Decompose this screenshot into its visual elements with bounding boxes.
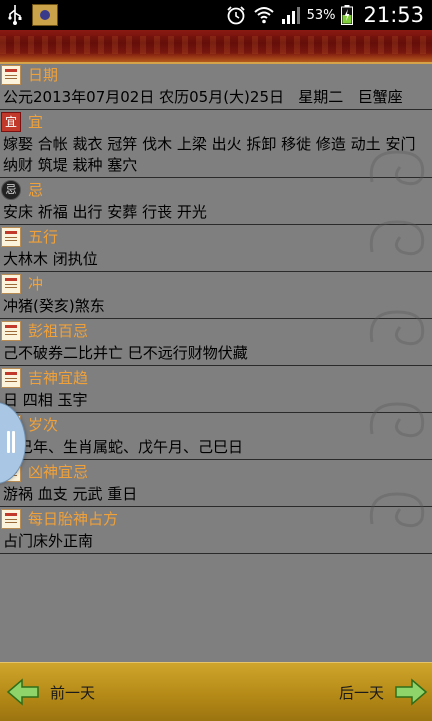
section-title: 冲 — [28, 275, 44, 293]
section-wuxing: 五行 大林木 闭执位 — [0, 226, 432, 270]
divider — [0, 365, 432, 366]
grip-line — [7, 431, 10, 453]
section-taishen: 每日胎神占方 占门床外正南 — [0, 508, 432, 552]
usb-icon — [6, 4, 24, 26]
grip-line — [12, 431, 15, 453]
section-title: 日期 — [28, 66, 59, 84]
section-title: 岁次 — [28, 416, 59, 434]
divider — [0, 271, 432, 272]
almanac-book-icon — [1, 227, 21, 247]
section-body: 公元2013年07月02日 农历05月(大)25日 星期二 巨蟹座 — [3, 88, 403, 106]
section-chong: 冲 冲猪(癸亥)煞东 — [0, 273, 432, 317]
almanac-book-icon — [1, 65, 21, 85]
header-decorative-band — [0, 30, 432, 64]
section-date: 日期 公元2013年07月02日 农历05月(大)25日 星期二 巨蟹座 — [0, 64, 432, 108]
divider — [0, 553, 432, 554]
divider — [0, 459, 432, 460]
section-body: 游祸 血支 元武 重日 — [3, 485, 138, 503]
section-yi: 宜 宜 嫁娶 合帐 裁衣 冠笄 伐木 上梁 出火 拆卸 移徙 修造 动土 安门 … — [0, 111, 432, 176]
bottom-nav-bar: 前一天 后一天 — [0, 662, 432, 721]
section-jishen: 吉神宜趋 日 四相 玉宇 — [0, 367, 432, 411]
almanac-book-icon — [1, 368, 21, 388]
section-suici: 岁次 癸巳年、生肖属蛇、戊午月、己巳日 — [0, 414, 432, 458]
next-day-label: 后一天 — [338, 683, 384, 702]
section-title: 每日胎神占方 — [28, 510, 119, 528]
section-title: 凶神宜忌 — [28, 463, 89, 481]
almanac-content[interactable]: 日期 公元2013年07月02日 农历05月(大)25日 星期二 巨蟹座 宜 宜… — [0, 64, 432, 662]
previous-day-button[interactable]: 前一天 — [6, 663, 95, 721]
section-body: 日 四相 玉宇 — [3, 391, 88, 409]
section-body: 占门床外正南 — [3, 532, 94, 550]
next-day-button[interactable]: 后一天 — [339, 663, 428, 721]
section-body: 安床 祈福 出行 安葬 行丧 开光 — [3, 203, 207, 221]
status-time: 21:53 — [363, 3, 424, 27]
section-title: 吉神宜趋 — [28, 369, 89, 387]
status-bar: 53% 21:53 — [0, 0, 432, 30]
yi-seal-icon: 宜 — [1, 112, 21, 132]
section-body: 嫁娶 合帐 裁衣 冠笄 伐木 上梁 出火 拆卸 移徙 修造 动土 安门 纳财 筑… — [3, 135, 421, 174]
alarm-clock-icon — [225, 4, 247, 26]
section-pengzu: 彭祖百忌 己不破券二比并亡 巳不远行财物伏藏 — [0, 320, 432, 364]
almanac-book-icon — [1, 321, 21, 341]
calendar-app-notification-icon — [32, 4, 58, 26]
section-title: 彭祖百忌 — [28, 322, 89, 340]
signal-strength-icon — [281, 4, 301, 26]
almanac-book-icon — [1, 509, 21, 529]
arrow-left-icon — [6, 678, 39, 706]
section-xiongshen: 凶神宜忌 游祸 血支 元武 重日 — [0, 461, 432, 505]
divider — [0, 109, 432, 110]
section-body: 癸巳年、生肖属蛇、戊午月、己巳日 — [3, 438, 244, 456]
section-body: 己不破券二比并亡 巳不远行财物伏藏 — [3, 344, 248, 362]
section-title: 宜 — [28, 113, 44, 131]
battery-percent: 53% — [306, 7, 336, 23]
section-body: 冲猪(癸亥)煞东 — [3, 297, 105, 315]
section-ji: 忌 忌 安床 祈福 出行 安葬 行丧 开光 — [0, 179, 432, 223]
previous-day-label: 前一天 — [50, 683, 96, 702]
almanac-book-icon — [1, 274, 21, 294]
ji-seal-icon: 忌 — [1, 180, 21, 200]
section-title: 五行 — [28, 228, 59, 246]
section-title: 忌 — [28, 181, 44, 199]
section-body: 大林木 闭执位 — [3, 250, 98, 268]
battery-charging-icon — [341, 5, 354, 25]
wifi-icon — [253, 4, 275, 26]
arrow-right-icon — [395, 678, 428, 706]
